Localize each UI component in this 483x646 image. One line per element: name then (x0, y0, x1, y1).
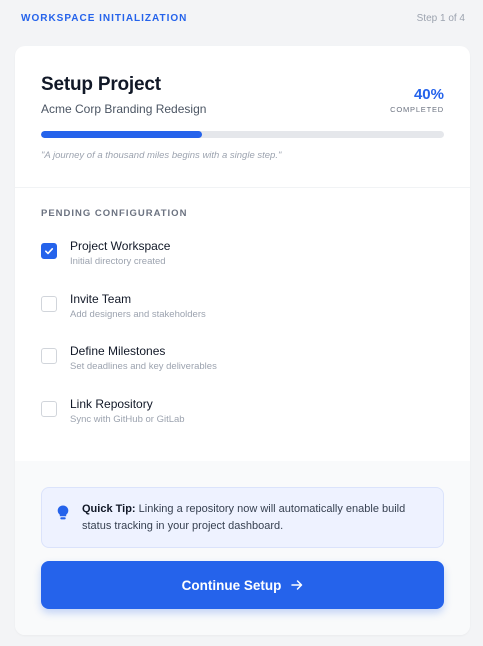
task-name: Project Workspace (70, 239, 171, 253)
section-label: WORKSPACE INITIALIZATION (21, 12, 188, 24)
task-name: Link Repository (70, 396, 153, 411)
task-description: Sync with GitHub or GitLab (70, 413, 185, 425)
task-checkbox[interactable] (41, 243, 57, 259)
tip-text: Quick Tip: Linking a repository now will… (82, 501, 429, 535)
completion-summary: 40% COMPLETED (390, 86, 444, 114)
check-icon (45, 248, 54, 255)
task-item[interactable]: Project Workspace Initial directory crea… (41, 239, 444, 292)
completion-label: COMPLETED (390, 105, 444, 114)
task-description: Set deadlines and key deliverables (70, 361, 217, 372)
project-header: Setup Project Acme Corp Branding Redesig… (15, 46, 470, 188)
setup-card: Setup Project Acme Corp Branding Redesig… (15, 46, 470, 635)
lightbulb-icon (57, 505, 69, 525)
continue-setup-label: Continue Setup (181, 577, 282, 593)
completion-percent: 40% (413, 86, 444, 103)
progress-fill (41, 131, 203, 138)
page-title: Setup Project (41, 74, 161, 95)
quick-tip: Quick Tip: Linking a repository now will… (41, 487, 444, 548)
task-text: Invite Team Add designers and stakeholde… (70, 292, 206, 320)
arrow-right-icon (291, 579, 303, 591)
task-name: Define Milestones (70, 344, 166, 358)
pending-title: PENDING CONFIGURATION (41, 208, 188, 219)
task-text: Link Repository Sync with GitHub or GitL… (70, 397, 185, 425)
task-checkbox[interactable] (41, 348, 57, 364)
task-text: Define Milestones Set deadlines and key … (70, 344, 217, 372)
task-item[interactable]: Invite Team Add designers and stakeholde… (41, 292, 444, 345)
task-description: Add designers and stakeholders (70, 308, 206, 320)
continue-setup-button[interactable]: Continue Setup (41, 561, 444, 609)
top-bar: WORKSPACE INITIALIZATION Step 1 of 4 (0, 0, 483, 36)
task-list: Project Workspace Initial directory crea… (41, 239, 444, 449)
step-indicator: Step 1 of 4 (416, 12, 465, 24)
task-checkbox[interactable] (41, 400, 57, 417)
task-text: Project Workspace Initial directory crea… (70, 239, 170, 267)
card-footer: Quick Tip: Linking a repository now will… (15, 461, 470, 635)
project-subtitle: Acme Corp Branding Redesign (41, 102, 207, 116)
tip-label: Quick Tip: (82, 503, 136, 515)
motivational-quote: "A journey of a thousand miles begins wi… (41, 150, 282, 161)
task-description: Initial directory created (70, 256, 166, 267)
task-name: Invite Team (70, 291, 132, 306)
progress-bar (41, 131, 444, 138)
task-checkbox[interactable] (41, 295, 57, 312)
task-item[interactable]: Link Repository Sync with GitHub or GitL… (41, 397, 444, 450)
task-item[interactable]: Define Milestones Set deadlines and key … (41, 344, 444, 397)
pending-configuration: PENDING CONFIGURATION Project Workspace … (15, 188, 470, 461)
